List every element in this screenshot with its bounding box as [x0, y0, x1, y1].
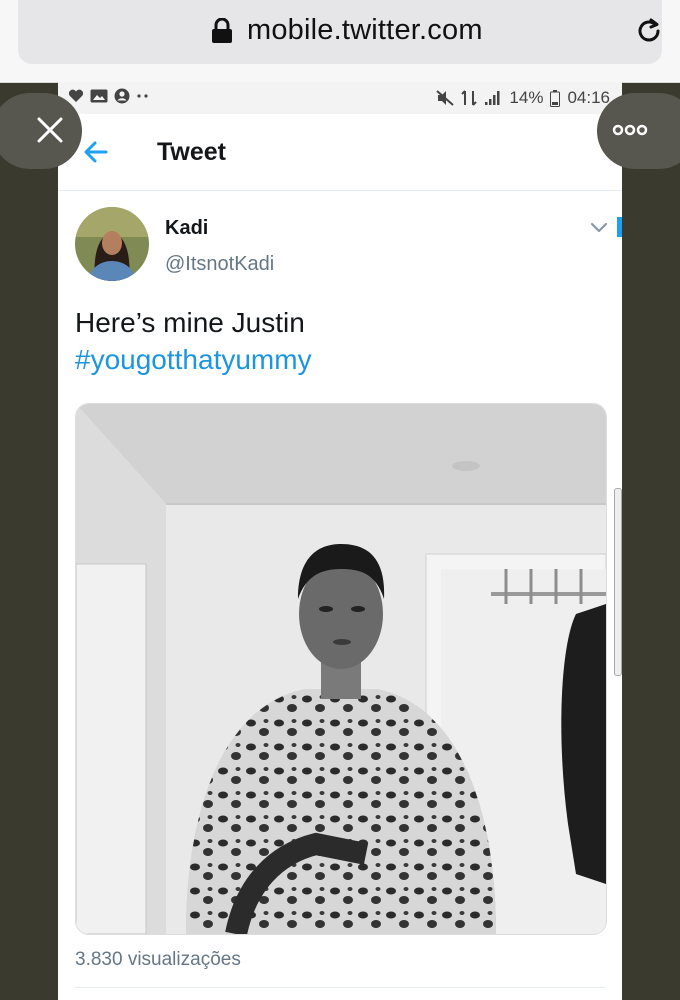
avatar[interactable] — [75, 207, 149, 281]
status-icons-left — [68, 88, 150, 104]
lock-icon — [212, 18, 232, 43]
battery-percent: 14% — [509, 88, 544, 107]
author-name[interactable]: Kadi — [165, 217, 208, 240]
chevron-down-icon[interactable] — [590, 222, 608, 234]
account-icon — [114, 88, 130, 104]
hashtag-link[interactable]: #yougotthatyummy — [75, 341, 312, 378]
phone-screenshot: 14% 04:16 Tweet Kadi @ItsnotKadi Here’s … — [58, 82, 622, 1000]
view-count: 3.830 visualizações — [75, 949, 241, 970]
network-icon — [461, 90, 478, 106]
mute-icon — [436, 90, 455, 106]
heart-icon — [68, 89, 84, 102]
reload-icon[interactable] — [634, 16, 664, 46]
video-frame — [76, 404, 606, 934]
more-icon[interactable] — [612, 124, 648, 136]
author-handle[interactable]: @ItsnotKadi — [165, 253, 274, 276]
browser-address-bar: mobile.twitter.com — [0, 0, 680, 83]
tweet-text: Here’s mine Justin #yougotthatyummy — [75, 304, 312, 378]
battery-icon — [550, 89, 561, 107]
tweet-header: Tweet — [58, 114, 622, 191]
close-icon[interactable] — [36, 116, 64, 144]
edge-accent — [617, 217, 622, 237]
url-field[interactable]: mobile.twitter.com — [18, 0, 662, 64]
divider — [75, 987, 605, 988]
status-time: 04:16 — [567, 88, 610, 107]
image-icon — [90, 89, 108, 103]
more-dots-icon — [137, 94, 148, 98]
url-text: mobile.twitter.com — [247, 14, 483, 46]
page-title: Tweet — [157, 138, 226, 166]
arrow-left-icon[interactable] — [82, 138, 110, 166]
scrollbar[interactable] — [614, 488, 622, 676]
tweet-body: Here’s mine Justin — [75, 307, 305, 338]
video-player[interactable] — [75, 403, 607, 935]
signal-icon — [485, 91, 500, 105]
status-icons-right: 14% 04:16 — [436, 88, 610, 108]
status-bar: 14% 04:16 — [58, 82, 622, 114]
